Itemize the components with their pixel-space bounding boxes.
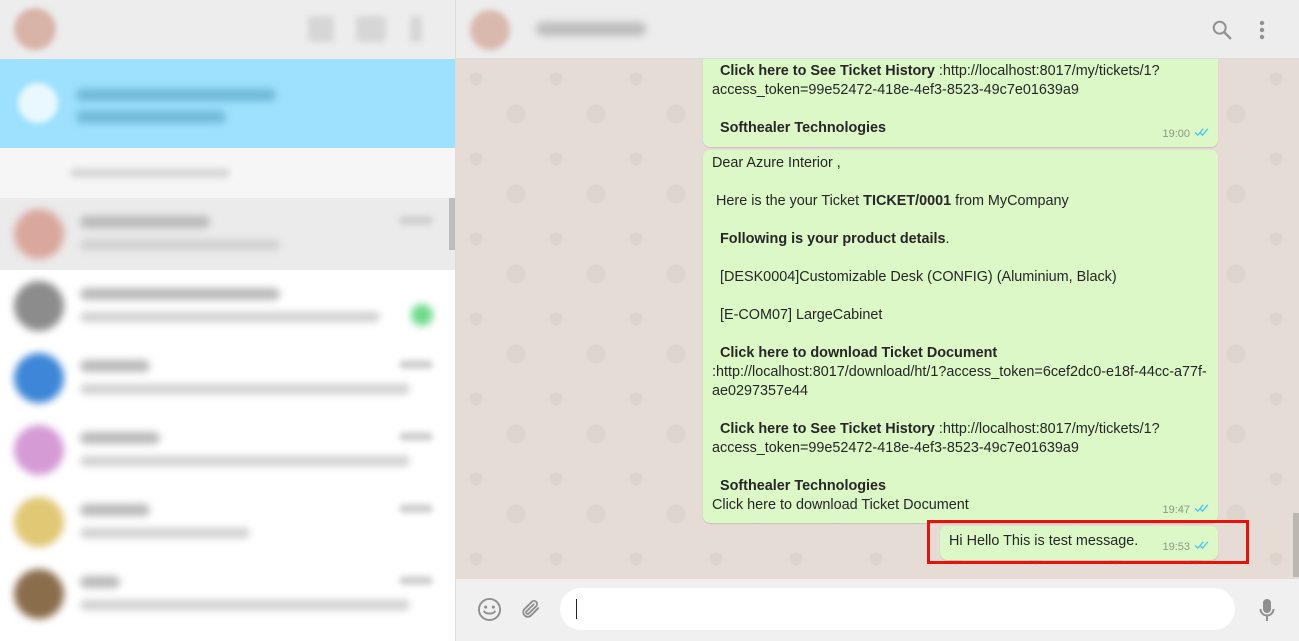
chat-header	[456, 0, 1299, 59]
search-placeholder	[70, 168, 230, 178]
message-text: Click here to See Ticket History :http:/…	[712, 62, 1212, 138]
search-icon[interactable]	[1210, 18, 1234, 42]
chat-list-item[interactable]	[0, 270, 455, 342]
chat-time	[399, 504, 433, 513]
chat-preview	[80, 600, 410, 610]
avatar	[14, 353, 64, 403]
notification-banner[interactable]	[0, 59, 455, 148]
chat-list	[0, 198, 455, 630]
chat-panel: Click here to See Ticket History :http:/…	[456, 0, 1299, 641]
message-list[interactable]: Click here to See Ticket History :http:/…	[456, 59, 1299, 579]
company-name: Softhealer Technologies	[720, 478, 887, 494]
history-url: :http://localhost:8017/my/tickets/1?	[934, 421, 1160, 437]
double-check-icon	[1194, 501, 1209, 520]
chat-time	[399, 432, 433, 441]
message-time: 19:47	[1162, 504, 1190, 516]
attach-icon[interactable]	[518, 596, 544, 622]
history-link[interactable]: Click here to See Ticket History	[720, 63, 935, 79]
emoji-icon[interactable]	[476, 596, 502, 622]
chat-list-item[interactable]	[0, 486, 455, 558]
avatar	[14, 281, 64, 331]
message-input-box[interactable]	[560, 588, 1235, 630]
menu-icon[interactable]	[1254, 18, 1270, 42]
message-composer	[456, 579, 1299, 641]
messages-scrollbar[interactable]	[1293, 513, 1299, 577]
download-url: :http://localhost:8017/download/ht/1?acc…	[712, 364, 1207, 380]
message-time: 19:00	[1162, 128, 1190, 140]
sidebar-search[interactable]	[0, 148, 455, 199]
double-check-icon	[1194, 125, 1209, 144]
message-bubble: Hi Hello This is test message. 19:53	[940, 526, 1218, 560]
text-caret	[576, 599, 577, 619]
message-meta: 19:53	[1162, 538, 1209, 557]
avatar	[14, 497, 64, 547]
chat-list-item[interactable]	[0, 558, 455, 630]
double-check-icon	[1194, 538, 1209, 557]
chat-list-item[interactable]	[0, 198, 455, 270]
message-meta: 19:00	[1162, 125, 1209, 144]
chat-name	[80, 504, 150, 516]
download-url-end: ae0297357e44	[712, 383, 809, 399]
profile-avatar[interactable]	[14, 8, 56, 50]
message-greeting: Dear Azure Interior ,	[712, 155, 841, 171]
banner-subtitle	[76, 111, 226, 123]
avatar	[14, 569, 64, 619]
history-link[interactable]: Click here to See Ticket History	[720, 421, 935, 437]
history-token: access_token=99e52472-418e-4ef3-8523-49c…	[712, 82, 1079, 98]
chat-time	[399, 576, 433, 585]
chat-list-item[interactable]	[0, 342, 455, 414]
message-text: Hi Hello This is test message.	[949, 533, 1139, 549]
chat-name	[80, 432, 160, 444]
message-meta: 19:47	[1162, 501, 1209, 520]
avatar	[14, 425, 64, 475]
sidebar-menu-icon[interactable]	[410, 16, 422, 42]
product-line: [E-COM07] LargeCabinet	[720, 307, 883, 323]
chat-name	[80, 288, 280, 300]
product-line: [DESK0004]Customizable Desk (CONFIG) (Al…	[720, 269, 1117, 285]
chat-list-item[interactable]	[0, 414, 455, 486]
new-chat-icon[interactable]	[356, 16, 386, 42]
contact-name[interactable]	[536, 22, 646, 36]
history-url: :http://localhost:8017/my/tickets/1?	[934, 63, 1160, 79]
unread-badge	[411, 304, 433, 326]
sidebar-header	[0, 0, 455, 59]
chat-preview	[80, 240, 280, 250]
chat-preview	[80, 384, 410, 394]
company-name: Softhealer Technologies	[720, 120, 887, 136]
contact-avatar[interactable]	[470, 10, 510, 50]
avatar	[14, 209, 64, 259]
message-footer: Click here to download Ticket Document	[712, 497, 969, 513]
intro-text: Here is the your Ticket	[712, 193, 864, 209]
chat-preview	[80, 456, 410, 466]
message-text: Dear Azure Interior , Here is the your T…	[712, 154, 1212, 515]
message-bubble: Click here to See Ticket History :http:/…	[703, 59, 1218, 147]
chat-name	[80, 216, 210, 228]
mic-icon[interactable]	[1256, 596, 1278, 624]
chat-time	[399, 216, 433, 225]
message-time: 19:53	[1162, 541, 1190, 553]
download-link[interactable]: Click here to download Ticket Document	[720, 345, 997, 361]
chat-preview	[80, 312, 380, 322]
banner-title	[76, 89, 276, 101]
history-token: access_token=99e52472-418e-4ef3-8523-49c…	[712, 440, 1079, 456]
intro-suffix: from MyCompany	[951, 193, 1069, 209]
chat-sidebar	[0, 0, 456, 641]
chat-name	[80, 360, 150, 372]
chat-preview	[80, 528, 250, 538]
status-icon[interactable]	[308, 16, 334, 42]
ticket-reference: TICKET/0001	[863, 193, 952, 209]
chat-time	[399, 360, 433, 369]
message-bubble: Dear Azure Interior , Here is the your T…	[703, 150, 1218, 523]
message-input[interactable]	[576, 599, 1219, 619]
chat-name	[80, 576, 120, 588]
banner-icon	[18, 83, 58, 123]
sidebar-scrollbar[interactable]	[449, 198, 455, 250]
details-label: Following is your product details	[720, 231, 946, 247]
details-suffix: .	[945, 231, 950, 247]
